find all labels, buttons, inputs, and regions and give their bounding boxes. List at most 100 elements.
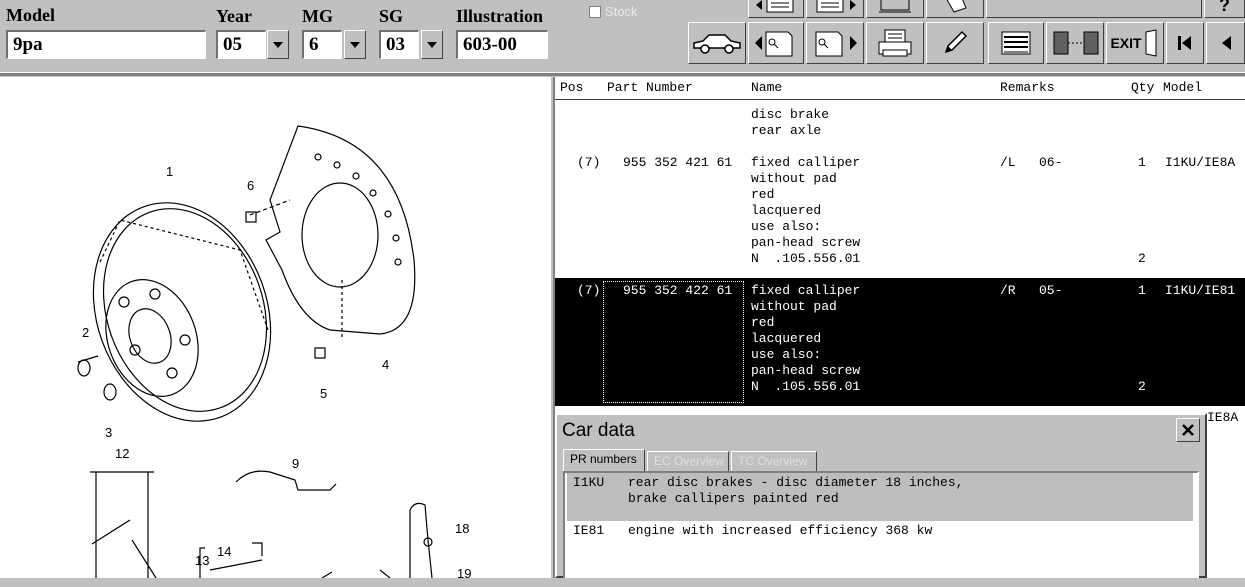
year-dropdown-button[interactable] [267, 30, 289, 59]
page-right-icon [816, 0, 856, 13]
exit-label: EXIT [1110, 35, 1142, 51]
print-preview-button[interactable] [866, 0, 924, 18]
car-icon [693, 34, 741, 54]
list-view-button[interactable] [988, 22, 1044, 64]
col-remarks: Remarks [1000, 80, 1055, 95]
row-name-line: lacquered [751, 203, 822, 218]
empty-toolbar-slot [986, 0, 1202, 18]
row-remarks: /R 05- [1000, 283, 1063, 298]
notes-button[interactable] [926, 0, 984, 18]
checkbox-box[interactable] [589, 5, 601, 18]
row-name-line: lacquered [751, 331, 822, 346]
arrow-left-icon [1221, 36, 1231, 50]
back-button[interactable] [1206, 22, 1245, 64]
monitor-icon [879, 0, 911, 13]
close-icon [1182, 424, 1194, 436]
page-right-icon [815, 31, 857, 57]
note-icon [946, 0, 967, 13]
table-row-selected[interactable]: (7) 955 352 422 61 fixed calliper withou… [555, 278, 1245, 406]
print-button[interactable] [866, 22, 924, 64]
page-left-icon [755, 31, 793, 57]
sg-label: SG [379, 6, 404, 26]
focus-rect [603, 281, 744, 403]
table-row[interactable]: (7) 955 352 421 61 fixed calliper withou… [555, 155, 1245, 273]
row-qty: 1 [1138, 155, 1146, 170]
question-icon: ? [1219, 0, 1230, 15]
row-qty-screw: 2 [1138, 379, 1146, 394]
sg-dropdown-button[interactable] [421, 30, 443, 59]
pr-text: engine with increased efficiency 368 kw [628, 523, 933, 538]
illustration-field[interactable]: 603-00 [456, 30, 548, 59]
edit-button[interactable] [926, 22, 984, 64]
chevron-down-icon [427, 41, 437, 48]
mg-dropdown-button[interactable] [344, 30, 366, 59]
callout-13: 13 [195, 553, 210, 568]
compare-button[interactable] [1046, 22, 1104, 64]
row-name-line: without pad [751, 171, 837, 186]
callout-9: 9 [292, 456, 300, 471]
vehicle-button[interactable] [688, 22, 746, 64]
help-button[interactable]: ? [1204, 0, 1245, 18]
prev-page-doc-button[interactable] [748, 0, 804, 18]
row-model: I1KU/IE8A [1165, 155, 1236, 170]
page-left-icon [756, 0, 794, 13]
printer-icon [878, 29, 912, 57]
col-pos: Pos [560, 80, 584, 95]
pr-text: brake callipers painted red [628, 491, 839, 506]
mg-field[interactable]: 6 [302, 30, 342, 59]
callout-2: 2 [82, 325, 90, 340]
illustration-panel: 1 2 3 4 5 6 9 12 13 14 18 19 [0, 77, 551, 581]
list-item[interactable]: IE81 engine with increased efficiency 36… [567, 523, 1193, 543]
row-qty: 1 [1138, 283, 1146, 298]
tab-tc-overview[interactable]: TC Overview [731, 451, 817, 471]
group-title-line: disc brake [751, 107, 830, 122]
close-button[interactable] [1176, 418, 1200, 442]
stock-checkbox[interactable]: Stock [589, 4, 638, 19]
callout-19: 19 [457, 566, 472, 581]
brake-disc-drawing [92, 202, 272, 422]
col-name: Name [751, 80, 783, 95]
pr-code: IE81 [573, 523, 605, 538]
sg-field[interactable]: 03 [379, 30, 419, 59]
callout-14: 14 [217, 544, 232, 559]
pr-code: I1KU [573, 475, 605, 490]
first-record-button[interactable] [1166, 22, 1204, 64]
car-data-dialog: Car data PR numbers EC Overview TC Overv… [555, 413, 1207, 578]
tab-ec-overview[interactable]: EC Overview [647, 451, 729, 471]
row-pos: (7) [577, 155, 601, 170]
list-item[interactable]: I1KU rear disc brakes - disc diameter 18… [567, 473, 1193, 521]
chevron-down-icon [350, 41, 360, 48]
chevron-down-icon [273, 41, 283, 48]
table-header: Pos Part Number Name Remarks Qty Model [555, 77, 1245, 100]
illustration-label: Illustration [456, 6, 544, 26]
col-part-number: Part Number [607, 80, 693, 95]
pencil-icon [944, 30, 968, 54]
year-field[interactable]: 05 [216, 30, 266, 59]
row-name-line: use also: [751, 347, 822, 362]
callout-12: 12 [115, 446, 130, 461]
top-toolbar: Model 9pa Year 05 MG 6 SG 03 Illustratio… [0, 0, 1245, 72]
pr-text: rear disc brakes - disc diameter 18 inch… [628, 475, 964, 490]
row-name-line: N .105.556.01 [751, 251, 861, 266]
door-icon [1145, 29, 1157, 57]
row-name-line: red [751, 187, 775, 202]
backing-plate-drawing [265, 125, 416, 340]
callout-18: 18 [455, 521, 470, 536]
pr-numbers-list: I1KU rear disc brakes - disc diameter 18… [563, 471, 1199, 578]
prev-illustration-button[interactable] [748, 22, 804, 64]
exit-button[interactable]: EXIT [1106, 22, 1164, 64]
row-name-line: pan-head screw [751, 363, 861, 378]
callout-3: 3 [105, 425, 113, 440]
row-pos: (7) [577, 283, 601, 298]
row-name-line: use also: [751, 219, 822, 234]
separator [0, 72, 1245, 76]
callout-4: 4 [382, 357, 390, 372]
callout-5: 5 [320, 386, 328, 401]
next-illustration-button[interactable] [806, 22, 864, 64]
row-part-number: 955 352 422 61 [623, 283, 733, 298]
model-field[interactable]: 9pa [6, 30, 206, 59]
next-page-doc-button[interactable] [806, 0, 864, 18]
tab-pr-numbers[interactable]: PR numbers [563, 449, 645, 471]
row-remarks: /L 06- [1000, 155, 1063, 170]
row-name-line: fixed calliper [751, 283, 861, 298]
